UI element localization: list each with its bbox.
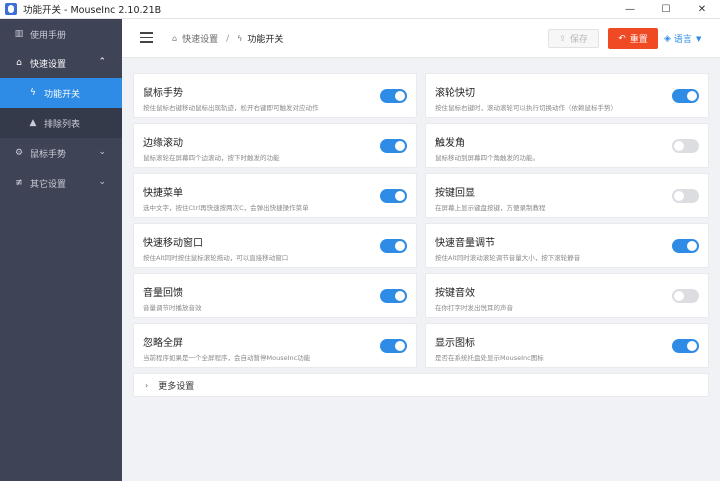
feature-card-quick-menu: 快捷菜单 选中文字，按住Ctrl再快速按两次C，会弹出快捷操作菜单 [133,173,417,218]
menu-toggle-icon[interactable] [140,32,153,43]
feature-toggle[interactable] [672,189,699,203]
feature-toggle[interactable] [672,89,699,103]
chevron-right-icon: › [145,380,149,390]
warning-icon: ▲ [29,118,37,128]
feature-title: 按键回显 [435,188,475,199]
feature-card-quick-volume: 快速音量调节 按住Alt同时滚动滚轮调节音量大小，按下滚轮静音 [425,223,709,268]
feature-description: 鼠标滚轮在屏幕四个边滚动，按下时触发的功能 [143,154,280,162]
feature-card-wheel-switch: 滚轮快切 按住鼠标右键时，滚动滚轮可以执行切换动作（依赖鼠标手势） [425,73,709,118]
sidebar-item-feature-switch[interactable]: ϟ 功能开关 [0,78,122,108]
feature-description: 是否在系统托盘处显示MouseInc图标 [435,354,544,362]
feature-description: 按住鼠标右键时，滚动滚轮可以执行切换动作（依赖鼠标手势） [435,104,617,112]
feature-title: 快捷菜单 [143,188,183,199]
feature-toggle[interactable] [672,289,699,303]
feature-card-edge-scroll: 边缘滚动 鼠标滚轮在屏幕四个边滚动，按下时触发的功能 [133,123,417,168]
maximize-button[interactable]: ☐ [648,0,684,19]
save-button-label: 保存 [569,35,588,45]
chevron-up-icon: ⌃ [98,57,106,67]
more-settings-panel[interactable]: › 更多设置 [133,373,709,397]
feature-description: 当前程序如果是一个全屏程序，会自动暂停MouseInc功能 [143,354,311,362]
chevron-down-icon: ⌄ [98,147,106,157]
feature-toggle[interactable] [672,339,699,353]
breadcrumb-separator: / [226,33,230,44]
feature-toggle[interactable] [380,289,407,303]
feature-title: 鼠标手势 [143,88,183,99]
feature-description: 按住Alt同时滚动滚轮调节音量大小，按下滚轮静音 [435,254,581,262]
feature-description: 鼠标移动到屏幕四个角触发的功能。 [435,154,539,162]
sidebar-item-label: 使用手册 [30,30,67,41]
feature-card-key-sound: 按键音效 在你打字时发出悦耳的声音 [425,273,709,318]
breadcrumb-current: 功能开关 [247,35,284,45]
reset-button[interactable]: ↶ 重置 [608,28,658,49]
gear-icon: ⚙ [14,148,24,158]
feature-toggle[interactable] [380,189,407,203]
feature-description: 在屏幕上显示键盘按键，方便录制教程 [435,204,546,212]
feature-toggle[interactable] [672,139,699,153]
window-controls: — ☐ ✕ [612,0,720,19]
language-label: 语言 [673,35,692,45]
home-icon: ⌂ [16,58,22,68]
feature-title: 快速移动窗口 [143,238,203,249]
chevron-down-icon: ▼ [695,34,702,43]
feature-description: 在你打字时发出悦耳的声音 [435,304,513,312]
translate-icon: ◈ [664,33,671,44]
feature-description: 按住鼠标右键移动鼠标出现轨迹，松开右键即可触发对应动作 [143,104,319,112]
feature-card-key-echo: 按键回显 在屏幕上显示键盘按键，方便录制教程 [425,173,709,218]
sidebar-item-label: 快速设置 [30,59,67,70]
sidebar-item-other-settings[interactable]: ≢ 其它设置 ⌄ [0,168,122,198]
sidebar-item-manual[interactable]: ▥ 使用手册 [0,19,122,49]
sidebar-item-label: 功能开关 [44,89,81,100]
window-titlebar: 功能开关 - MouseInc 2.10.21B — ☐ ✕ [0,0,720,19]
chevron-down-icon: ⌄ [98,177,106,187]
feature-description: 选中文字，按住Ctrl再快速按两次C，会弹出快捷操作菜单 [143,204,309,212]
feature-title: 触发角 [435,138,465,149]
feature-toggle[interactable] [380,339,407,353]
feature-title: 滚轮快切 [435,88,475,99]
breadcrumb-parent[interactable]: 快速设置 [182,32,218,45]
feature-card-volume-feedback: 音量回馈 音量调节时播放音效 [133,273,417,318]
app-icon [5,3,17,15]
feature-title: 快速音量调节 [435,238,495,249]
feature-card-hot-corner: 触发角 鼠标移动到屏幕四个角触发的功能。 [425,123,709,168]
page-header: ⌂ 快速设置 / ϟ 功能开关 ⇪ 保存 ↶ 重置 ◈ 语言 ▼ [122,19,720,58]
undo-icon: ↶ [618,33,626,44]
bolt-icon: ϟ [30,88,36,98]
minimize-button[interactable]: — [612,0,648,19]
upload-icon: ⇪ [559,34,566,43]
feature-title: 忽略全屏 [143,338,183,349]
feature-title: 音量回馈 [143,288,183,299]
bolt-icon: ϟ [237,34,243,43]
sidebar-item-mouse-gesture[interactable]: ⚙ 鼠标手势 ⌄ [0,138,122,168]
feature-card-quick-move-window: 快速移动窗口 按住Alt同时按住鼠标滚轮拖动，可以直接移动窗口 [133,223,417,268]
feature-toggle[interactable] [672,239,699,253]
book-icon: ▥ [14,29,24,39]
breadcrumb: ⌂ 快速设置 / ϟ 功能开关 [172,32,284,46]
more-settings-label: 更多设置 [158,381,195,392]
feature-description: 音量调节时播放音效 [143,304,202,312]
feature-description: 按住Alt同时按住鼠标滚轮拖动，可以直接移动窗口 [143,254,289,262]
feature-card-ignore-fullscreen: 忽略全屏 当前程序如果是一个全屏程序，会自动暂停MouseInc功能 [133,323,417,368]
feature-toggle[interactable] [380,239,407,253]
sliders-icon: ≢ [15,178,23,188]
feature-toggle[interactable] [380,139,407,153]
sidebar-item-label: 鼠标手势 [30,149,67,160]
language-dropdown[interactable]: ◈ 语言 ▼ [664,32,702,46]
feature-title: 按键音效 [435,288,475,299]
window-title: 功能开关 - MouseInc 2.10.21B [23,5,162,16]
feature-toggle[interactable] [380,89,407,103]
sidebar: ▥ 使用手册 ⌂ 快速设置 ⌃ ϟ 功能开关 ▲ 排除列表 ⚙ 鼠标手势 ⌄ ≢… [0,19,122,481]
sidebar-item-exclude-list[interactable]: ▲ 排除列表 [0,108,122,138]
sidebar-item-quick-settings[interactable]: ⌂ 快速设置 ⌃ [0,48,122,78]
home-icon: ⌂ [172,34,178,43]
sidebar-item-label: 排除列表 [44,119,81,130]
feature-card-mouse-gesture: 鼠标手势 按住鼠标右键移动鼠标出现轨迹，松开右键即可触发对应动作 [133,73,417,118]
feature-title: 边缘滚动 [143,138,183,149]
close-button[interactable]: ✕ [684,0,720,19]
feature-title: 显示图标 [435,338,475,349]
reset-button-label: 重置 [629,35,648,45]
sidebar-item-label: 其它设置 [30,179,67,190]
feature-card-show-icon: 显示图标 是否在系统托盘处显示MouseInc图标 [425,323,709,368]
save-button[interactable]: ⇪ 保存 [548,29,599,48]
